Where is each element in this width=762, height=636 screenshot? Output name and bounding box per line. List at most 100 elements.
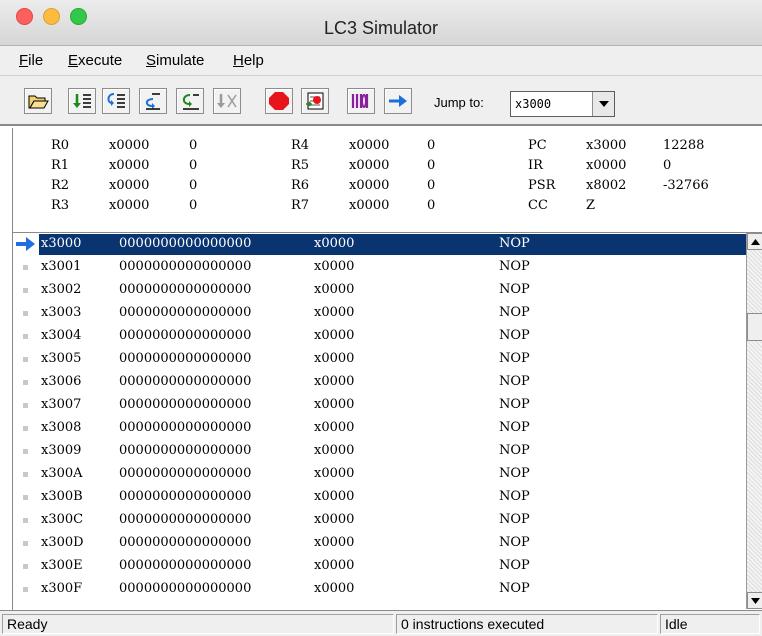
breakpoint-marker[interactable] <box>23 449 28 454</box>
breakpoint-marker[interactable] <box>23 564 28 569</box>
memory-hex: x0000 <box>314 443 355 458</box>
run-to-button[interactable] <box>176 88 204 114</box>
memory-hex: x0000 <box>314 466 355 481</box>
memory-address: x3007 <box>41 397 82 412</box>
memory-row[interactable]: x3002 0000000000000000 x0000 NOP <box>13 279 746 302</box>
step-into-icon <box>73 94 91 108</box>
breakpoint-marker[interactable] <box>23 334 28 339</box>
step-out-icon <box>145 93 160 110</box>
memory-instruction: NOP <box>499 305 530 320</box>
memory-hex: x0000 <box>314 328 355 343</box>
register-psr-hex: x8002 <box>586 178 627 193</box>
memory-row[interactable]: x300E 0000000000000000 x0000 NOP <box>13 555 746 578</box>
stop-button[interactable] <box>265 88 293 114</box>
register-r2-dec: 0 <box>189 178 198 193</box>
scroll-thumb[interactable] <box>747 313 762 341</box>
memory-scrollbar[interactable] <box>746 233 762 609</box>
memory-hex: x0000 <box>314 259 355 274</box>
memory-binary: 0000000000000000 <box>119 305 252 320</box>
register-r2-hex: x0000 <box>109 178 150 193</box>
menu-simulate[interactable]: Simulate <box>146 52 204 69</box>
scroll-up-icon <box>750 238 760 245</box>
breakpoint-marker[interactable] <box>23 288 28 293</box>
step-over-icon <box>107 93 125 108</box>
breakpoint-marker[interactable] <box>23 426 28 431</box>
memory-row[interactable]: x300D 0000000000000000 x0000 NOP <box>13 532 746 555</box>
register-r6-hex: x0000 <box>349 178 390 193</box>
memory-binary: 0000000000000000 <box>119 236 252 251</box>
status-message: Ready <box>2 614 394 634</box>
jump-to-input[interactable] <box>511 92 595 116</box>
memory-row[interactable]: x300F 0000000000000000 x0000 NOP <box>13 578 746 601</box>
instruction-count: 0 instructions executed <box>396 614 658 634</box>
memory-address: x300D <box>41 535 84 550</box>
breakpoint-marker[interactable] <box>23 541 28 546</box>
register-ir-hex: x0000 <box>586 158 627 173</box>
memory-hex: x0000 <box>314 535 355 550</box>
memory-instruction: NOP <box>499 512 530 527</box>
memory-view-button[interactable] <box>347 88 375 114</box>
menu-execute[interactable]: Execute <box>68 52 122 69</box>
breakpoint-marker[interactable] <box>23 265 28 270</box>
jump-to-combobox[interactable] <box>510 91 615 117</box>
breakpoint-marker[interactable] <box>23 518 28 523</box>
step-over-button[interactable] <box>102 88 130 114</box>
register-r4-hex: x0000 <box>349 138 390 153</box>
breakpoint-marker[interactable] <box>23 357 28 362</box>
register-ir-name: IR <box>528 158 543 173</box>
menu-help[interactable]: Help <box>233 52 264 69</box>
memory-row[interactable]: x3006 0000000000000000 x0000 NOP <box>13 371 746 394</box>
breakpoint-marker[interactable] <box>23 472 28 477</box>
breakpoint-marker[interactable] <box>23 311 28 316</box>
memory-row[interactable]: x3001 0000000000000000 x0000 NOP <box>13 256 746 279</box>
register-r0-dec: 0 <box>189 138 198 153</box>
scroll-down-icon <box>750 597 760 604</box>
jump-to-dropdown-button[interactable] <box>592 92 614 116</box>
step-disabled-icon <box>217 94 237 108</box>
folder-open-icon <box>28 95 49 109</box>
memory-binary: 0000000000000000 <box>119 351 252 366</box>
memory-row[interactable]: x300B 0000000000000000 x0000 NOP <box>13 486 746 509</box>
breakpoint-marker[interactable] <box>23 587 28 592</box>
run-to-icon <box>182 94 199 110</box>
breakpoint-marker[interactable] <box>23 495 28 500</box>
memory-row[interactable]: x3000 0000000000000000 x0000 NOP <box>13 233 746 256</box>
jump-arrow-button[interactable] <box>384 88 412 114</box>
disabled-step-button[interactable] <box>213 88 241 114</box>
step-into-button[interactable] <box>68 88 96 114</box>
memory-instruction: NOP <box>499 328 530 343</box>
memory-row[interactable]: x3003 0000000000000000 x0000 NOP <box>13 302 746 325</box>
register-pc-name: PC <box>528 138 547 153</box>
menu-file[interactable]: File <box>19 52 43 69</box>
memory-row[interactable]: x3004 0000000000000000 x0000 NOP <box>13 325 746 348</box>
memory-row[interactable]: x3007 0000000000000000 x0000 NOP <box>13 394 746 417</box>
memory-hex: x0000 <box>314 236 355 251</box>
memory-row[interactable]: x3009 0000000000000000 x0000 NOP <box>13 440 746 463</box>
register-r1-hex: x0000 <box>109 158 150 173</box>
memory-address: x3005 <box>41 351 82 366</box>
step-out-button[interactable] <box>139 88 167 114</box>
breakpoint-button[interactable] <box>301 88 329 114</box>
memory-binary: 0000000000000000 <box>119 420 252 435</box>
register-pc-dec: 12288 <box>663 138 705 153</box>
memory-instruction: NOP <box>499 466 530 481</box>
memory-address: x300E <box>41 558 83 573</box>
memory-row[interactable]: x300C 0000000000000000 x0000 NOP <box>13 509 746 532</box>
memory-address: x300A <box>41 466 83 481</box>
memory-binary: 0000000000000000 <box>119 558 252 573</box>
register-r4-name: R4 <box>291 138 310 153</box>
scroll-down-button[interactable] <box>747 592 762 609</box>
breakpoint-marker[interactable] <box>23 403 28 408</box>
memory-row[interactable]: x300A 0000000000000000 x0000 NOP <box>13 463 746 486</box>
memory-binary: 0000000000000000 <box>119 259 252 274</box>
register-r3-name: R3 <box>51 198 70 213</box>
memory-row[interactable]: x3005 0000000000000000 x0000 NOP <box>13 348 746 371</box>
memory-binary: 0000000000000000 <box>119 443 252 458</box>
memory-address: x300B <box>41 489 83 504</box>
breakpoint-marker[interactable] <box>23 380 28 385</box>
memory-row[interactable]: x3008 0000000000000000 x0000 NOP <box>13 417 746 440</box>
open-file-button[interactable] <box>24 88 52 114</box>
register-pc-hex: x3000 <box>586 138 627 153</box>
scroll-up-button[interactable] <box>747 233 762 250</box>
memory-instruction: NOP <box>499 558 530 573</box>
